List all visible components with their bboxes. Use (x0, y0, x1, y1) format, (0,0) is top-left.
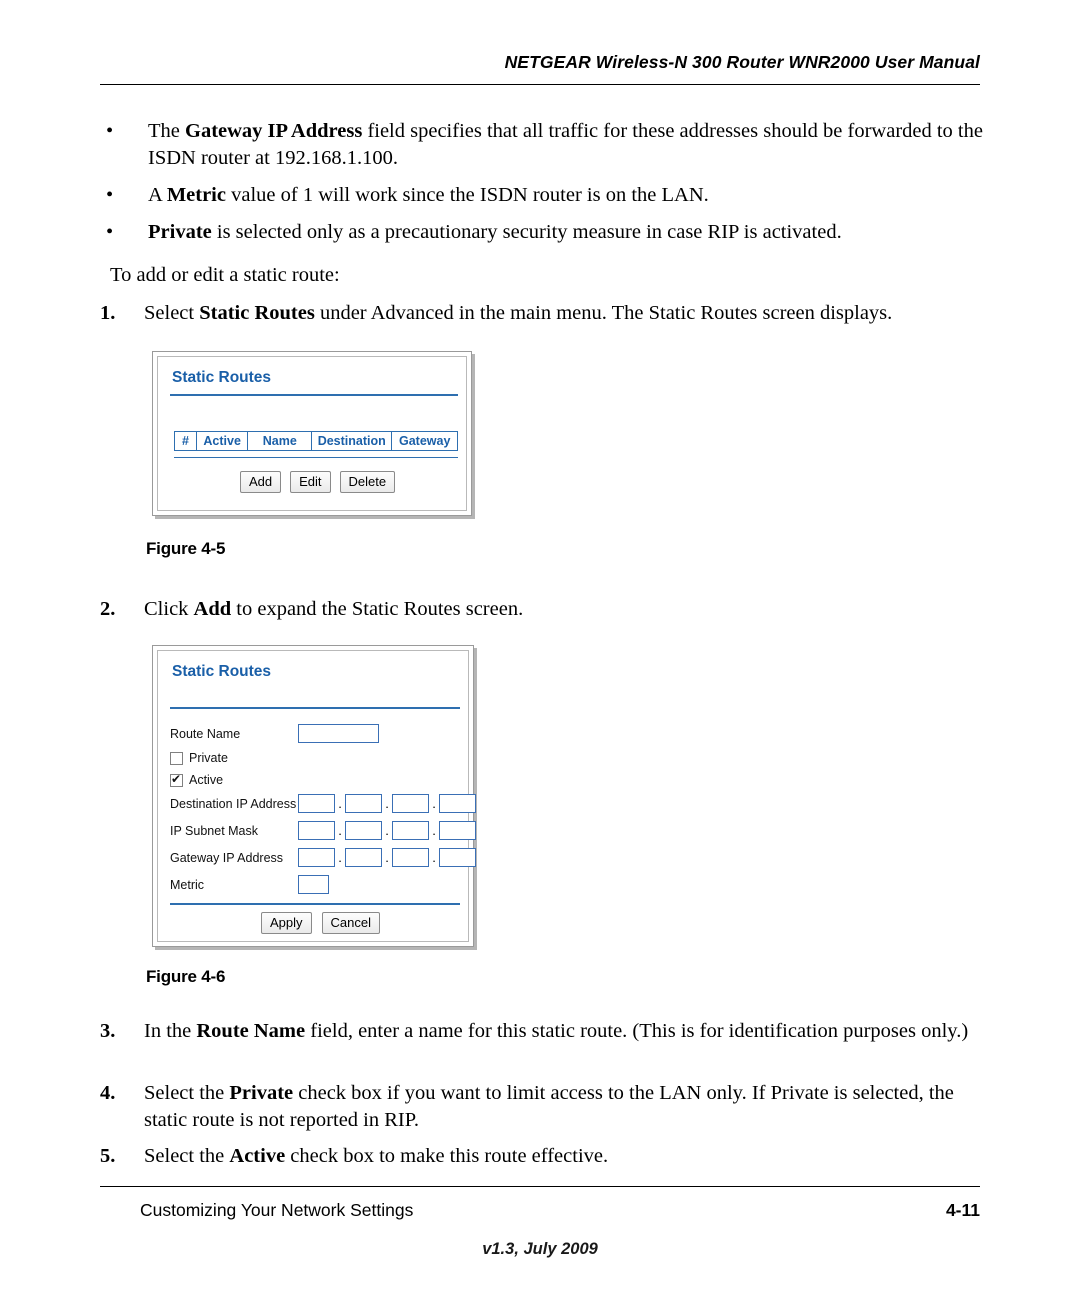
ip-dot: . (385, 796, 389, 811)
field-route-name: Route Name (170, 724, 379, 743)
figure-4-6-caption: Figure 4-6 (146, 967, 226, 986)
destination-ip-octet-1[interactable] (298, 794, 335, 813)
step-3-text: In the Route Name field, enter a name fo… (144, 1020, 969, 1042)
cancel-button[interactable]: Cancel (321, 912, 380, 934)
field-subnet-mask: IP Subnet Mask . . . (170, 821, 476, 840)
field-private[interactable]: Private (170, 751, 228, 765)
add-button[interactable]: Add (240, 471, 282, 493)
ip-dot: . (432, 850, 436, 865)
figure-4-6-screenshot: Static Routes Route Name Private Active … (152, 645, 476, 947)
column-header-active: Active (197, 432, 249, 450)
field-label-gateway-ip: Gateway IP Address (170, 850, 284, 865)
field-destination-ip: Destination IP Address . . . (170, 794, 476, 813)
field-label-subnet-mask: IP Subnet Mask (170, 823, 259, 838)
field-label-active: Active (189, 773, 224, 787)
header-divider (100, 84, 980, 85)
gateway-ip-octet-3[interactable] (392, 848, 429, 867)
intro-line: To add or edit a static route: (110, 264, 340, 286)
bullet-list: • The Gateway IP Address field specifies… (100, 118, 990, 256)
subnet-mask-octet-1[interactable] (298, 821, 335, 840)
active-checkbox[interactable] (170, 772, 183, 787)
field-label-metric: Metric (170, 877, 205, 892)
ip-dot: . (338, 850, 342, 865)
step-4: 4. Select the Private check box if you w… (100, 1080, 990, 1134)
footer-version: v1.3, July 2009 (482, 1240, 598, 1258)
destination-ip-octet-4[interactable] (439, 794, 476, 813)
title-divider (170, 707, 460, 709)
gateway-ip-octet-4[interactable] (439, 848, 476, 867)
ip-dot: . (432, 823, 436, 838)
gateway-ip-octet-1[interactable] (298, 848, 335, 867)
static-routes-table-header: # Active Name Destination Gateway (174, 431, 458, 451)
bullet-text: Private is selected only as a precaution… (148, 221, 842, 243)
field-gateway-ip: Gateway IP Address . . . (170, 848, 476, 867)
bullet-text: The Gateway IP Address field specifies t… (148, 120, 983, 169)
column-header-name: Name (248, 432, 313, 450)
column-header-index: # (175, 432, 197, 450)
subnet-mask-octet-2[interactable] (345, 821, 382, 840)
footer-page-number: 4-11 (945, 1200, 980, 1220)
bullet-marker: • (106, 221, 114, 243)
screen-title: Static Routes (172, 369, 272, 386)
subnet-mask-octet-4[interactable] (439, 821, 476, 840)
private-checkbox[interactable] (170, 751, 183, 765)
field-label-route-name: Route Name (170, 726, 241, 741)
step-5: 5. Select the Active check box to make t… (100, 1143, 990, 1170)
screen-frame: Static Routes Route Name Private Active … (157, 650, 476, 942)
step-1: 1. Select Static Routes under Advanced i… (100, 300, 990, 327)
table-bottom-divider (174, 457, 458, 458)
ip-dot: . (385, 823, 389, 838)
step-2-text: Click Add to expand the Static Routes sc… (144, 598, 524, 620)
ip-dot: . (338, 823, 342, 838)
edit-button[interactable]: Edit (290, 471, 331, 493)
bullet-item: • A Metric value of 1 will work since th… (100, 182, 990, 209)
bullet-item: • Private is selected only as a precauti… (100, 219, 990, 246)
bullet-text: A Metric value of 1 will work since the … (148, 184, 709, 206)
field-metric: Metric (170, 875, 329, 894)
step-5-text: Select the Active check box to make this… (144, 1145, 609, 1167)
document-page: NETGEAR Wireless-N 300 Router WNR2000 Us… (0, 0, 1080, 1296)
destination-ip-octet-2[interactable] (345, 794, 382, 813)
apply-button[interactable]: Apply (261, 912, 312, 934)
step-1-text: Select Static Routes under Advanced in t… (144, 302, 893, 324)
destination-ip-octet-3[interactable] (392, 794, 429, 813)
figure-4-5-caption: Figure 4-5 (146, 539, 226, 558)
page-header-title: NETGEAR Wireless-N 300 Router WNR2000 Us… (504, 52, 980, 72)
step-3-number: 3. (100, 1020, 116, 1042)
form-bottom-divider (170, 903, 460, 905)
step-3: 3. In the Route Name field, enter a name… (100, 1018, 990, 1045)
title-divider (170, 394, 458, 396)
step-2-number: 2. (100, 598, 116, 620)
footer-divider (100, 1186, 980, 1187)
gateway-ip-octet-2[interactable] (345, 848, 382, 867)
route-name-input[interactable] (298, 724, 379, 743)
field-label-destination-ip: Destination IP Address (170, 796, 297, 811)
figure-4-5-screenshot: Static Routes # Active Name Destination … (152, 351, 472, 516)
ip-dot: . (338, 796, 342, 811)
step-4-text: Select the Private check box if you want… (144, 1082, 954, 1131)
metric-input[interactable] (298, 875, 329, 894)
subnet-mask-octet-3[interactable] (392, 821, 429, 840)
step-1-number: 1. (100, 302, 116, 324)
ip-dot: . (385, 850, 389, 865)
screen-frame: Static Routes # Active Name Destination … (157, 356, 467, 511)
column-header-destination: Destination (312, 432, 393, 450)
ip-dot: . (432, 796, 436, 811)
step-2: 2. Click Add to expand the Static Routes… (100, 596, 990, 623)
field-active[interactable]: Active (170, 772, 224, 787)
bullet-marker: • (106, 120, 114, 142)
bullet-marker: • (106, 184, 114, 206)
step-4-number: 4. (100, 1082, 116, 1104)
column-header-gateway: Gateway (399, 434, 451, 448)
field-label-private: Private (189, 751, 228, 765)
delete-button[interactable]: Delete (339, 471, 396, 493)
static-routes-button-row: Add Edit Delete (240, 471, 396, 493)
form-button-row: Apply Cancel (261, 912, 380, 934)
step-5-number: 5. (100, 1145, 116, 1167)
screen-title: Static Routes (172, 663, 272, 680)
bullet-item: • The Gateway IP Address field specifies… (100, 118, 990, 172)
